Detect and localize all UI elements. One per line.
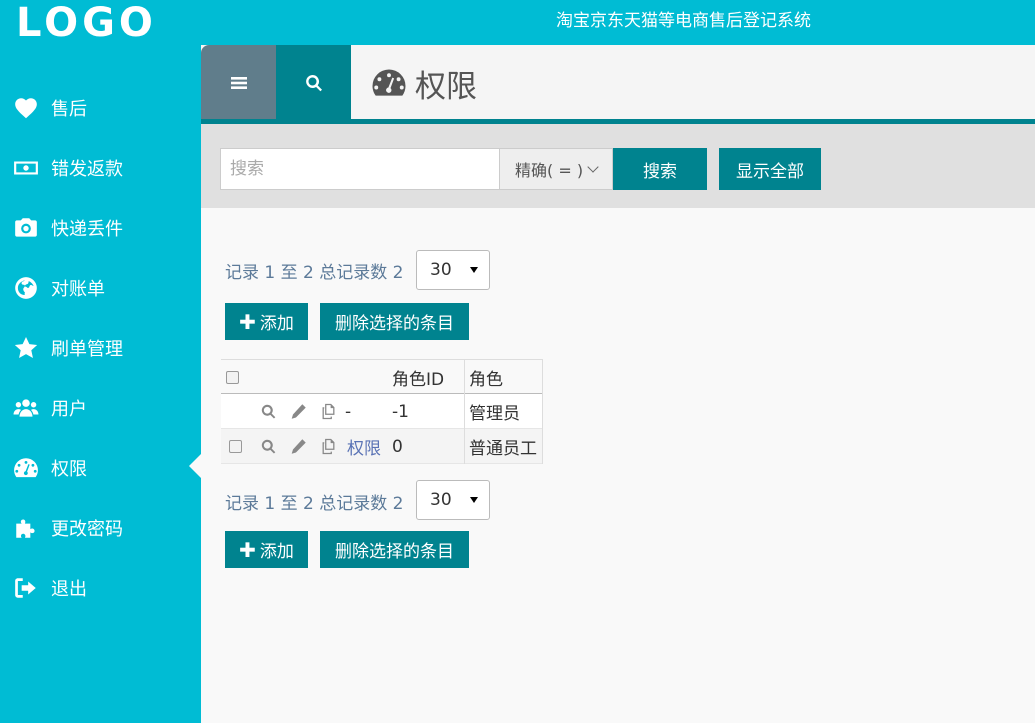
- sidebar-item-label: 退出: [51, 579, 87, 600]
- page-size-select-bottom[interactable]: 30: [416, 480, 490, 520]
- row-role: 管理员: [464, 394, 543, 429]
- site-title: 淘宝京东天猫等电商售后登记系统: [556, 11, 811, 31]
- active-item-pointer: [189, 454, 201, 478]
- users-icon: [13, 395, 39, 421]
- match-mode-label: 精确( = ): [515, 161, 584, 180]
- sidebar-item-label: 刷单管理: [51, 339, 123, 360]
- camera-icon: [13, 215, 39, 241]
- sidebar-item-logout[interactable]: 退出: [0, 558, 201, 618]
- record-summary-top: 记录 1 至 2 总记录数 2: [225, 263, 404, 283]
- dashboard-icon: [371, 65, 415, 101]
- dashboard-icon: [13, 455, 39, 481]
- column-header-role[interactable]: 角色: [464, 360, 543, 395]
- plus-icon: ✚: [239, 309, 256, 334]
- copy-icon[interactable]: [320, 438, 350, 455]
- plus-icon: ✚: [239, 537, 256, 562]
- page-header: 权限: [201, 45, 1035, 131]
- star-icon: [13, 335, 39, 361]
- sidebar-item-label: 快递丢件: [51, 219, 123, 240]
- add-button-label: 添加: [259, 314, 294, 334]
- add-button-label: 添加: [259, 542, 294, 562]
- search-icon: [304, 73, 324, 93]
- row-role: 普通员工: [464, 429, 543, 464]
- row-name: -: [345, 401, 352, 422]
- money-icon: [13, 155, 39, 181]
- table-row: - -1 管理员: [221, 394, 543, 429]
- record-summary-bottom: 记录 1 至 2 总记录数 2: [225, 494, 404, 514]
- globe-icon: [13, 275, 39, 301]
- row-role-id: -1: [392, 401, 409, 422]
- sidebar-item-label: 对账单: [51, 279, 105, 300]
- row-actions: [260, 429, 350, 464]
- column-header-role-id[interactable]: 角色ID: [391, 360, 464, 395]
- table-header-row: 角色ID 角色: [221, 359, 543, 395]
- bars-icon: [229, 73, 249, 93]
- match-mode-dropdown[interactable]: 精确( = ): [500, 148, 613, 190]
- page-size-value: 30: [430, 260, 452, 280]
- search-bar: 精确( = ) 搜索 显示全部: [201, 124, 1035, 208]
- page-size-select-top[interactable]: 30: [416, 250, 490, 290]
- puzzle-icon: [13, 515, 39, 541]
- show-all-button[interactable]: 显示全部: [719, 148, 821, 190]
- select-all-checkbox[interactable]: [226, 371, 239, 384]
- edit-icon[interactable]: [290, 438, 320, 455]
- row-actions: [260, 394, 350, 429]
- sidebar: 售后 错发返款 快递丢件 对账单 刷单管理 用户 权限 更改密码 退出: [0, 45, 201, 723]
- sidebar-item-label: 更改密码: [51, 519, 123, 540]
- row-role-id: 0: [392, 436, 403, 457]
- search-tab-button[interactable]: [276, 45, 351, 131]
- row-select-checkbox[interactable]: [229, 440, 242, 453]
- sidebar-item-wrong-shipment-refund[interactable]: 错发返款: [0, 138, 201, 198]
- page-title-text: 权限: [415, 68, 477, 105]
- sidebar-item-users[interactable]: 用户: [0, 378, 201, 438]
- sign-out-icon: [13, 575, 39, 601]
- sidebar-item-permissions[interactable]: 权限: [0, 438, 201, 498]
- sidebar-item-lost-parcel[interactable]: 快递丢件: [0, 198, 201, 258]
- menu-toggle-button[interactable]: [201, 45, 276, 120]
- add-button-bottom[interactable]: ✚ 添加: [225, 531, 308, 568]
- sidebar-item-brushing-management[interactable]: 刷单管理: [0, 318, 201, 378]
- sidebar-item-change-password[interactable]: 更改密码: [0, 498, 201, 558]
- caret-down-icon: [470, 267, 478, 273]
- table-row: 权限 0 普通员工: [221, 429, 543, 464]
- sidebar-item-label: 用户: [51, 399, 87, 420]
- heart-icon: [13, 95, 39, 121]
- search-button[interactable]: 搜索: [613, 148, 707, 190]
- view-icon[interactable]: [260, 438, 290, 455]
- sidebar-item-after-sales[interactable]: 售后: [0, 78, 201, 138]
- page-size-value: 30: [430, 490, 452, 510]
- row-name-link[interactable]: 权限: [347, 429, 389, 464]
- sidebar-item-statement[interactable]: 对账单: [0, 258, 201, 318]
- edit-icon[interactable]: [290, 403, 320, 420]
- delete-selected-button-top[interactable]: 删除选择的条目: [320, 303, 469, 340]
- top-header: LOGO 淘宝京东天猫等电商售后登记系统: [0, 0, 1035, 45]
- delete-selected-button-bottom[interactable]: 删除选择的条目: [320, 531, 469, 568]
- sidebar-item-label: 权限: [51, 459, 87, 480]
- logo[interactable]: LOGO: [16, 2, 157, 44]
- page-title: 权限: [371, 63, 477, 105]
- view-icon[interactable]: [260, 403, 290, 420]
- sidebar-item-label: 错发返款: [51, 159, 123, 180]
- caret-down-icon: [470, 497, 478, 503]
- search-input[interactable]: [220, 148, 500, 190]
- chevron-down-icon: [587, 160, 599, 173]
- add-button-top[interactable]: ✚ 添加: [225, 303, 308, 340]
- sidebar-item-label: 售后: [51, 99, 87, 120]
